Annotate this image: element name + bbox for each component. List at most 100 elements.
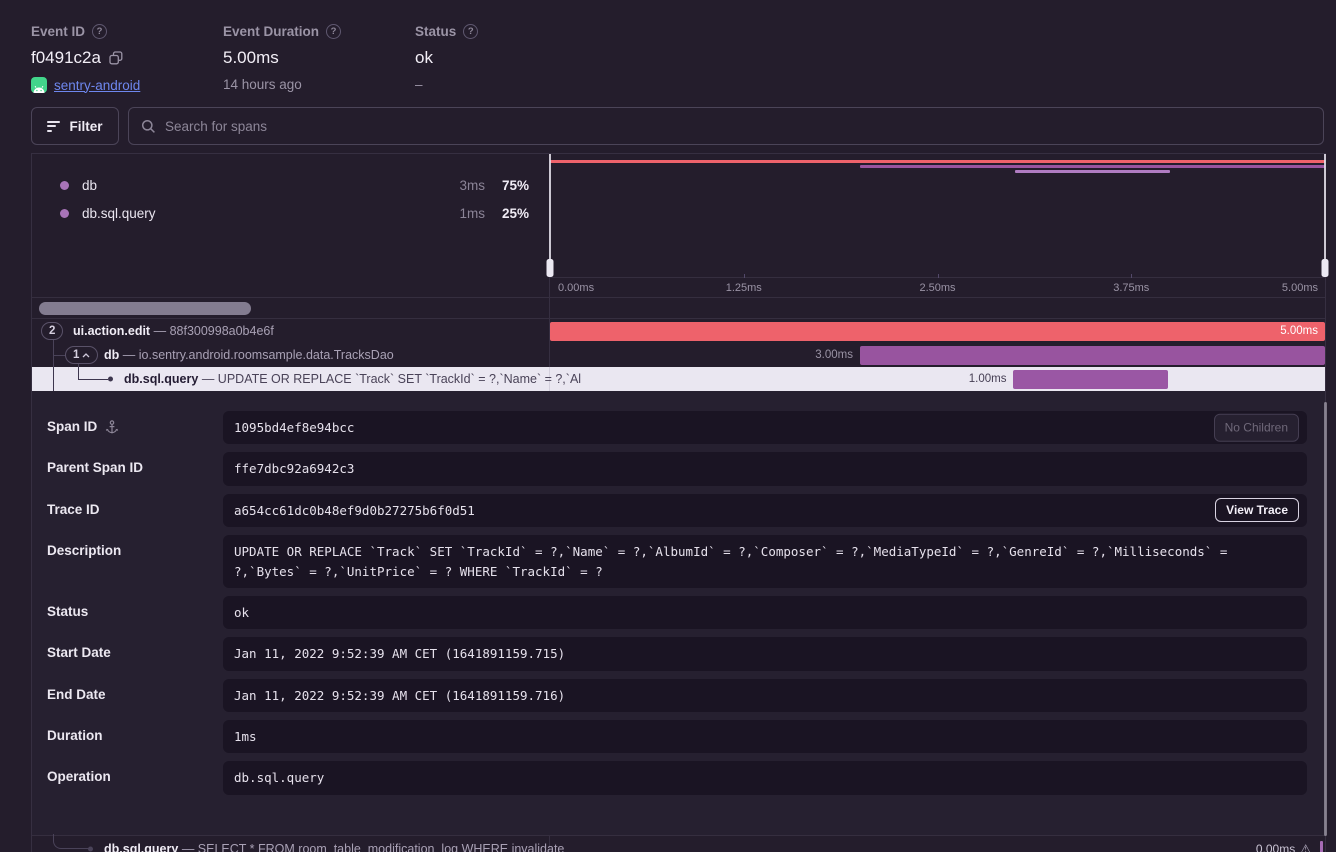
description-value: UPDATE OR REPLACE `Track` SET `TrackId` … — [234, 542, 1296, 581]
trace-id-field: a654cc61dc0b48ef9d0b27275b6f0d51 View Tr… — [223, 494, 1307, 527]
event-duration-ago: 14 hours ago — [223, 77, 302, 92]
anchor-icon[interactable] — [105, 420, 119, 435]
detail-label: Status — [47, 604, 88, 619]
status-label: Status — [415, 24, 456, 39]
trace-overview: db 3ms 75% db.sql.query 1ms 25% — [32, 154, 1325, 297]
minimap-span-ui-action-edit — [550, 160, 1325, 163]
start-date-value: Jan 11, 2022 9:52:39 AM CET (1641891159.… — [234, 644, 1296, 663]
event-id-help-icon[interactable]: ? — [92, 24, 107, 39]
description-field: UPDATE OR REPLACE `Track` SET `TrackId` … — [223, 535, 1307, 588]
horizontal-scrollbar[interactable] — [39, 302, 251, 315]
operation-value: db.sql.query — [234, 768, 1296, 787]
legend-op-label: db — [82, 178, 441, 193]
span-duration-bar[interactable] — [550, 322, 1325, 341]
axis-tick-label: 0.00ms — [558, 282, 594, 294]
parent-span-id-value: ffe7dbc92a6942c3 — [234, 459, 1296, 478]
axis-tick-label: 3.75ms — [1113, 282, 1149, 294]
detail-label: Duration — [47, 728, 103, 743]
zero-duration-marker — [1320, 841, 1323, 852]
filter-button-label: Filter — [69, 119, 102, 134]
op-color-dot — [60, 209, 69, 218]
span-description: SELECT * FROM room_table_modification_lo… — [198, 842, 565, 852]
duration-field: 1ms — [223, 720, 1307, 753]
span-row-db-sql-query-selected[interactable]: db.sql.query — UPDATE OR REPLACE `Track`… — [32, 367, 1325, 391]
event-id-label: Event ID — [31, 24, 85, 39]
legend-percent: 25% — [485, 206, 529, 221]
span-search[interactable] — [128, 107, 1324, 145]
project-link[interactable]: sentry-android — [54, 78, 140, 93]
legend-op-label: db.sql.query — [82, 206, 441, 221]
view-trace-button[interactable]: View Trace — [1215, 498, 1299, 522]
span-duration-label: 5.00ms — [1280, 325, 1318, 337]
trace-minimap[interactable]: 0.00ms 1.25ms 2.50ms 3.75ms 5.00ms — [550, 154, 1325, 297]
span-duration-label: 1.00ms — [969, 373, 1007, 385]
minimap-left-handle[interactable] — [546, 154, 553, 277]
span-description: io.sentry.android.roomsample.data.Tracks… — [139, 348, 394, 362]
detail-label: End Date — [47, 687, 106, 702]
tree-connector — [53, 834, 89, 850]
status-field-value: ok — [234, 603, 1296, 622]
span-op: db.sql.query — [104, 842, 178, 852]
event-duration-help-icon[interactable]: ? — [326, 24, 341, 39]
detail-label: Span ID — [47, 419, 97, 434]
span-description: UPDATE OR REPLACE `Track` SET `TrackId` … — [218, 372, 581, 386]
op-color-dot — [60, 181, 69, 190]
span-row-db-sql-query-select[interactable]: db.sql.query — SELECT * FROM room_table_… — [32, 835, 1325, 852]
axis-tick-label: 5.00ms — [1282, 282, 1318, 294]
detail-label: Trace ID — [47, 502, 100, 517]
trace-id-value: a654cc61dc0b48ef9d0b27275b6f0d51 — [234, 501, 1296, 520]
span-op: db.sql.query — [124, 372, 198, 386]
no-children-badge: No Children — [1214, 413, 1299, 442]
search-icon — [141, 119, 156, 134]
time-axis: 0.00ms 1.25ms 2.50ms 3.75ms 5.00ms — [550, 277, 1325, 297]
status-sub: – — [415, 77, 423, 92]
legend-duration: 1ms — [441, 206, 485, 221]
axis-tick-label: 2.50ms — [919, 282, 955, 294]
ops-breakdown: db 3ms 75% db.sql.query 1ms 25% — [32, 154, 550, 297]
span-duration-bar[interactable] — [860, 346, 1325, 365]
event-duration-label: Event Duration — [223, 24, 319, 39]
span-id-field: 1095bd4ef8e94bcc No Children — [223, 411, 1307, 444]
span-op: ui.action.edit — [73, 324, 150, 338]
start-date-field: Jan 11, 2022 9:52:39 AM CET (1641891159.… — [223, 637, 1307, 670]
minimap-span-db — [860, 165, 1325, 168]
legend-item-db: db 3ms 75% — [32, 171, 549, 199]
status-column: Status ? ok – — [415, 24, 478, 93]
span-row-ui-action-edit[interactable]: 2 ui.action.edit — 88f300998a0b4e6f 5.00… — [32, 319, 1325, 343]
duration-value: 1ms — [234, 727, 1296, 746]
detail-label: Description — [47, 543, 121, 558]
span-children-badge[interactable]: 2 — [41, 322, 63, 340]
end-date-field: Jan 11, 2022 9:52:39 AM CET (1641891159.… — [223, 679, 1307, 712]
status-help-icon[interactable]: ? — [463, 24, 478, 39]
event-id-value: f0491c2a — [31, 48, 101, 68]
trace-view: db 3ms 75% db.sql.query 1ms 25% — [31, 153, 1326, 852]
span-description: 88f300998a0b4e6f — [170, 324, 274, 338]
filter-button[interactable]: Filter — [31, 107, 119, 145]
status-field: ok — [223, 596, 1307, 629]
event-duration-value: 5.00ms — [223, 48, 279, 68]
filter-icon — [47, 121, 60, 132]
span-row-db[interactable]: 1 db — io.sentry.android.roomsample.data… — [32, 343, 1325, 367]
legend-duration: 3ms — [441, 178, 485, 193]
minimap-right-handle[interactable] — [1321, 154, 1328, 277]
minimap-span-db-sql-query — [1015, 170, 1170, 173]
legend-percent: 75% — [485, 178, 529, 193]
detail-label: Parent Span ID — [47, 460, 143, 475]
span-op: db — [104, 348, 119, 362]
chevron-up-icon — [82, 353, 90, 358]
tree-scroll-strip — [32, 297, 1325, 319]
parent-span-id-field: ffe7dbc92a6942c3 — [223, 452, 1307, 485]
end-date-value: Jan 11, 2022 9:52:39 AM CET (1641891159.… — [234, 686, 1296, 705]
detail-label: Operation — [47, 769, 111, 784]
status-value: ok — [415, 48, 433, 68]
span-duration-bar[interactable] — [1013, 370, 1168, 389]
warning-icon: ⚠ — [1300, 842, 1311, 852]
span-children-badge[interactable]: 1 — [65, 346, 98, 364]
operation-field: db.sql.query — [223, 761, 1307, 794]
span-duration-label: 3.00ms — [815, 349, 853, 361]
vertical-scrollbar[interactable] — [1324, 402, 1327, 836]
copy-icon[interactable] — [109, 51, 123, 65]
search-input[interactable] — [165, 119, 1311, 134]
android-platform-icon — [31, 77, 47, 93]
detail-label: Start Date — [47, 645, 111, 660]
